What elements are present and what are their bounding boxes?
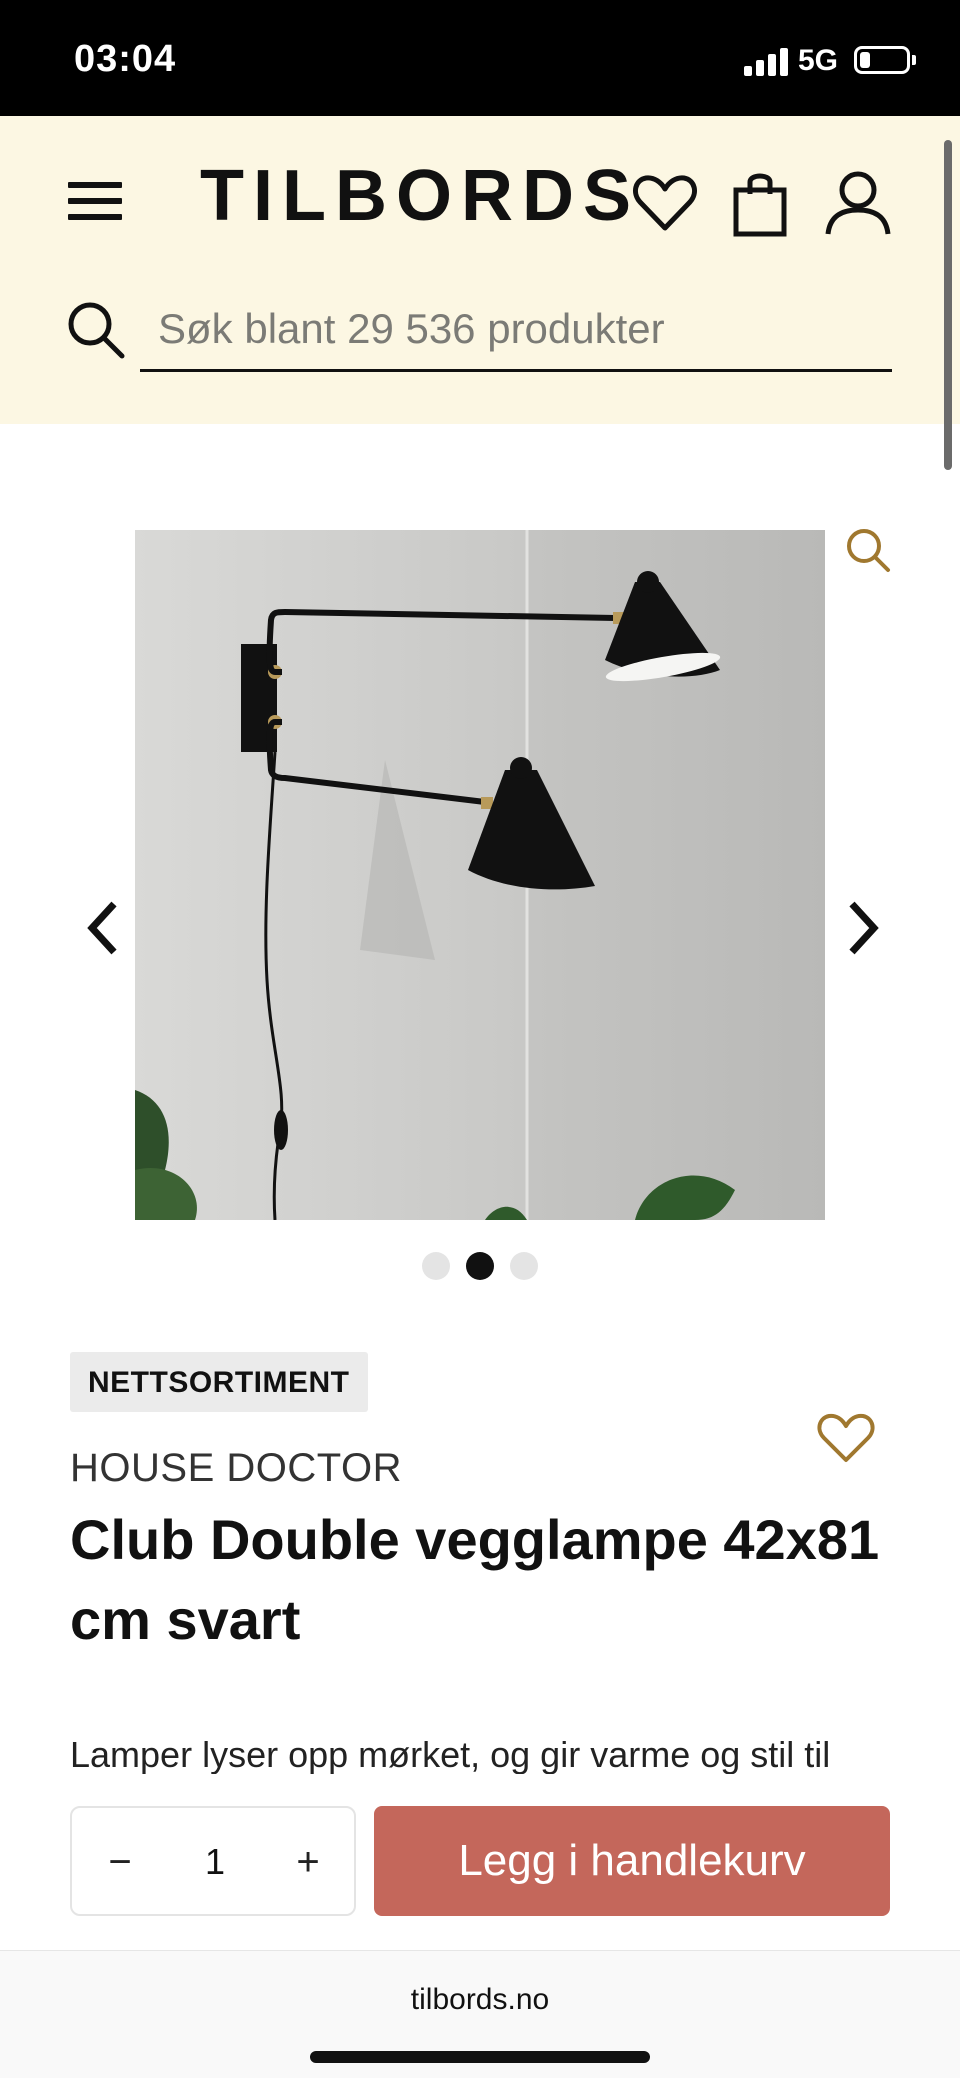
wishlist-heart-icon[interactable] (816, 1410, 876, 1466)
browser-bottom-bar: tilbords.no (0, 1950, 960, 2078)
increase-quantity-button[interactable]: + (278, 1832, 338, 1892)
battery-icon (854, 46, 910, 74)
browser-url[interactable]: tilbords.no (0, 1983, 960, 2017)
network-label: 5G (798, 44, 839, 77)
gallery-pagination (418, 1252, 542, 1282)
battery-tip (912, 55, 916, 65)
signal-icon (744, 46, 788, 76)
status-time: 03:04 (74, 38, 177, 80)
product-description: Lamper lyser opp mørket, og gir varme og… (70, 1734, 831, 1774)
chevron-right-icon[interactable] (836, 898, 886, 958)
gallery-dot[interactable] (422, 1252, 450, 1280)
search-icon[interactable] (66, 300, 126, 360)
site-header: TILBORDS (0, 116, 960, 424)
gallery-dot-active[interactable] (466, 1252, 494, 1280)
shopping-bag-icon[interactable] (726, 168, 796, 238)
search-input[interactable] (140, 288, 892, 372)
chevron-left-icon[interactable] (80, 898, 130, 958)
product-title: Club Double vegglampe 42x81 cm svart (70, 1508, 880, 1651)
product-image[interactable] (135, 530, 825, 1220)
product-brand[interactable]: HOUSE DOCTOR (70, 1446, 402, 1491)
site-logo[interactable]: TILBORDS (200, 156, 631, 236)
availability-badge: NETTSORTIMENT (70, 1352, 368, 1412)
quantity-stepper: − 1 + (70, 1806, 356, 1916)
zoom-icon[interactable] (844, 526, 892, 574)
gallery-dot[interactable] (510, 1252, 538, 1280)
add-to-cart-bar: − 1 + Legg i handlekurv (0, 1776, 960, 1948)
menu-icon[interactable] (66, 178, 126, 224)
quantity-value[interactable]: 1 (172, 1832, 258, 1892)
search-bar (66, 288, 892, 374)
user-icon[interactable] (822, 168, 892, 238)
add-to-cart-button[interactable]: Legg i handlekurv (374, 1806, 890, 1916)
page-scrollbar[interactable] (944, 140, 952, 470)
status-bar: 03:04 5G (0, 0, 960, 116)
wall-lamp-photo (135, 530, 825, 1220)
home-indicator[interactable] (310, 2051, 650, 2063)
decrease-quantity-button[interactable]: − (90, 1832, 150, 1892)
heart-icon[interactable] (630, 168, 700, 238)
